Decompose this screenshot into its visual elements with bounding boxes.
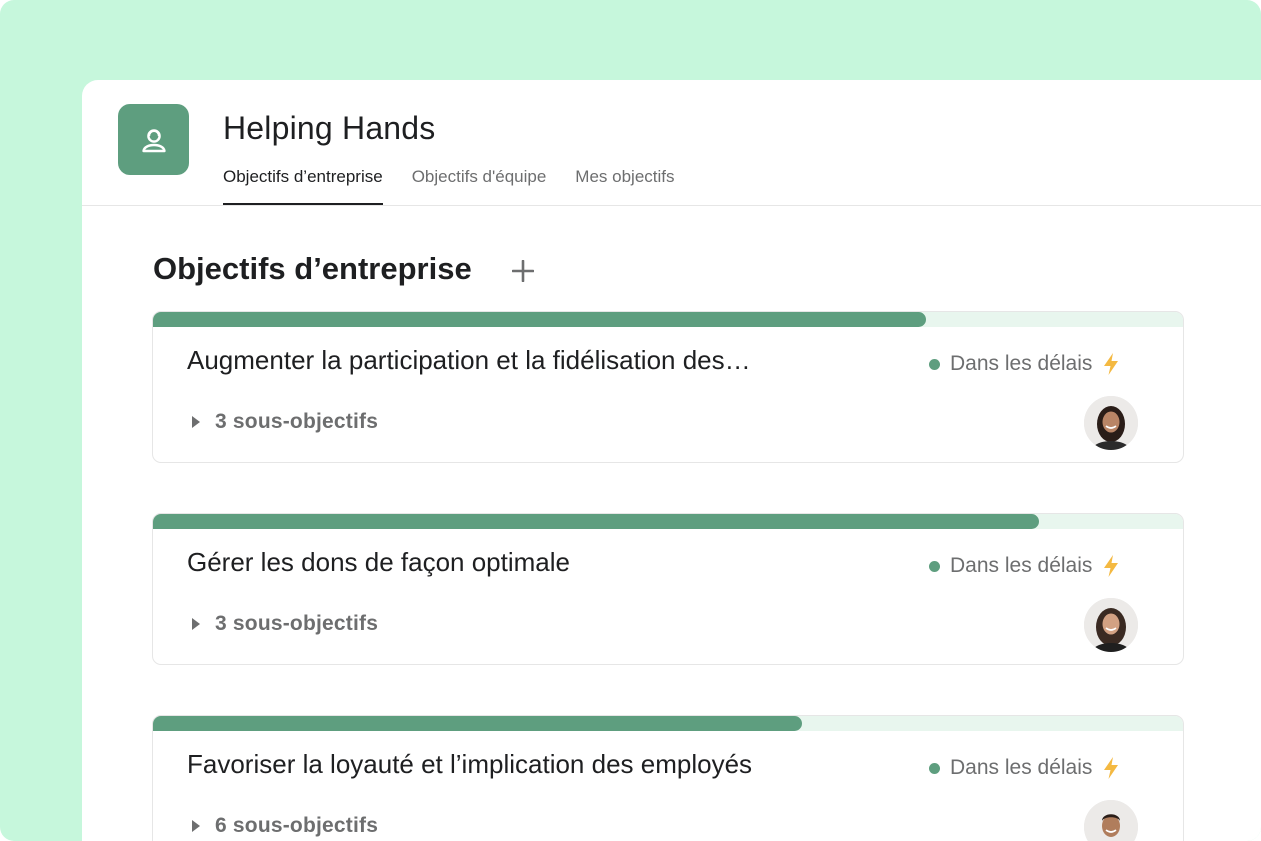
- tab-bar: Objectifs d’entreprise Objectifs d'équip…: [223, 166, 704, 206]
- subgoals-toggle[interactable]: 3 sous-objectifs: [191, 612, 378, 636]
- progress-bar: [153, 514, 1183, 529]
- app-title: Helping Hands: [223, 110, 436, 146]
- status-indicator: Dans les délais: [929, 352, 1120, 376]
- progress-fill: [153, 312, 926, 327]
- goals-panel: Helping Hands Objectifs d’entreprise Obj…: [82, 80, 1261, 841]
- goal-card[interactable]: Augmenter la participation et la fidélis…: [152, 311, 1184, 463]
- goal-card[interactable]: Favoriser la loyauté et l’implication de…: [152, 715, 1184, 841]
- avatar[interactable]: [1084, 598, 1138, 652]
- status-text: Dans les délais: [950, 756, 1093, 779]
- avatar[interactable]: [1084, 800, 1138, 841]
- progress-fill: [153, 716, 802, 731]
- tab-company-goals[interactable]: Objectifs d’entreprise: [223, 166, 383, 205]
- app-logo[interactable]: [118, 104, 189, 175]
- people-icon: [141, 128, 166, 152]
- progress-bar: [153, 716, 1183, 731]
- progress-fill: [153, 514, 1039, 529]
- plus-icon: [512, 260, 534, 282]
- section-title: Objectifs d’entreprise: [153, 251, 472, 286]
- app-header: Helping Hands Objectifs d’entreprise Obj…: [82, 80, 1261, 206]
- add-goal-button[interactable]: [508, 256, 538, 286]
- lightning-icon: [1104, 353, 1119, 375]
- tab-team-goals[interactable]: Objectifs d'équipe: [412, 166, 547, 204]
- subgoals-count: 3 sous-objectifs: [215, 410, 379, 433]
- status-dot-icon: [929, 560, 940, 572]
- lightning-icon: [1104, 757, 1119, 779]
- avatar-man-icon: [1084, 800, 1138, 841]
- status-indicator: Dans les délais: [929, 756, 1120, 780]
- lightning-icon: [1104, 555, 1119, 577]
- tab-my-goals[interactable]: Mes objectifs: [575, 166, 674, 204]
- status-indicator: Dans les délais: [929, 554, 1120, 578]
- caret-right-icon: [192, 820, 200, 832]
- caret-right-icon: [192, 416, 200, 428]
- status-dot-icon: [929, 358, 940, 370]
- caret-right-icon: [192, 618, 200, 630]
- status-dot-icon: [929, 762, 940, 774]
- subgoals-toggle[interactable]: 3 sous-objectifs: [191, 410, 378, 434]
- goal-title: Augmenter la participation et la fidélis…: [187, 345, 751, 375]
- status-text: Dans les délais: [950, 554, 1093, 577]
- progress-bar: [153, 312, 1183, 327]
- goal-title: Favoriser la loyauté et l’implication de…: [187, 749, 753, 779]
- goal-card[interactable]: Gérer les dons de façon optimale Dans le…: [152, 513, 1184, 665]
- subgoals-count: 6 sous-objectifs: [215, 814, 379, 837]
- subgoals-toggle[interactable]: 6 sous-objectifs: [191, 814, 378, 838]
- avatar-woman-icon: [1084, 396, 1138, 450]
- subgoals-count: 3 sous-objectifs: [215, 612, 379, 635]
- avatar-woman-icon: [1084, 598, 1138, 652]
- page-backdrop: Helping Hands Objectifs d’entreprise Obj…: [0, 0, 1261, 841]
- status-text: Dans les délais: [950, 352, 1093, 375]
- goal-title: Gérer les dons de façon optimale: [187, 547, 570, 577]
- avatar[interactable]: [1084, 396, 1138, 450]
